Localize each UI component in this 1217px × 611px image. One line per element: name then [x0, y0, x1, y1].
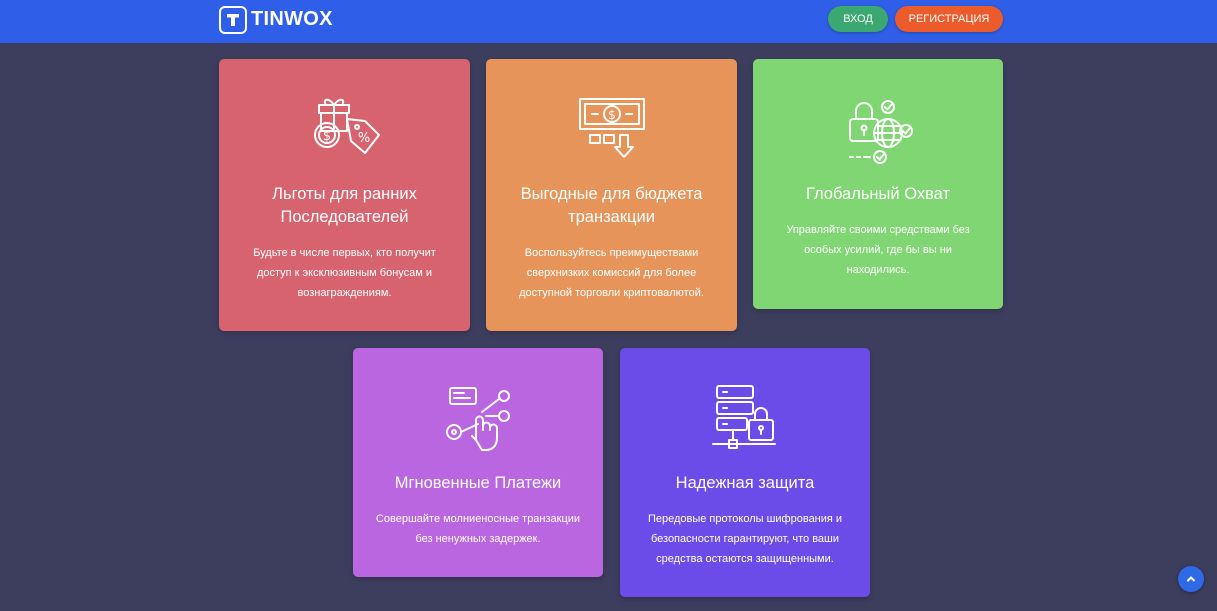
feature-description: Воспользуйтесь преимуществами сверхнизки…: [519, 247, 704, 299]
svg-text:$: $: [608, 108, 616, 122]
instant-payment-icon: [438, 383, 518, 455]
feature-card-instant-payments: Мгновенные Платежи Совершайте молниеносн…: [353, 348, 603, 577]
feature-title: Глобальный Охват: [805, 185, 951, 203]
feature-title: Надежная защита: [675, 474, 815, 492]
scroll-to-top-button[interactable]: [1178, 566, 1204, 592]
feature-card-global-reach: Глобальный Охват Управляйте своими средс…: [753, 59, 1003, 309]
svg-text:%: %: [357, 131, 369, 146]
feature-title: Мгновенные Платежи: [394, 474, 562, 492]
svg-text:$: $: [322, 129, 330, 144]
secure-server-icon: [705, 383, 785, 455]
feature-title: Льготы для ранних Последователей: [272, 185, 417, 226]
feature-description: Будьте в числе первых, кто получит досту…: [253, 247, 436, 299]
top-navbar: TINWOX ВХОД РЕГИСТРАЦИЯ: [0, 0, 1217, 43]
register-button[interactable]: РЕГИСТРАЦИЯ: [895, 6, 1003, 32]
feature-description: Совершайте молниеносные транзакции без н…: [375, 513, 581, 545]
feature-description: Передовые протоколы шифрования и безопас…: [647, 513, 843, 565]
logo[interactable]: TINWOX: [219, 5, 333, 34]
gift-discount-icon: $ %: [305, 94, 385, 166]
global-security-icon: [838, 94, 918, 166]
logo-text: TINWOX: [251, 8, 333, 30]
feature-description: Управляйте своими средствами без особых …: [786, 224, 970, 276]
chevron-up-icon: [1187, 576, 1195, 582]
login-button[interactable]: ВХОД: [828, 6, 888, 32]
feature-card-reliable-protection: Надежная защита Передовые протоколы шифр…: [620, 348, 870, 597]
logo-mark-icon: [219, 5, 247, 34]
money-transfer-icon: $: [572, 94, 652, 166]
feature-card-early-adopters: $ % Льготы для ранних Последователей Буд…: [219, 59, 470, 331]
feature-card-budget-transactions: $ Выгодные для бюджета транзакции Воспол…: [486, 59, 737, 331]
feature-title: Выгодные для бюджета транзакции: [520, 185, 703, 226]
